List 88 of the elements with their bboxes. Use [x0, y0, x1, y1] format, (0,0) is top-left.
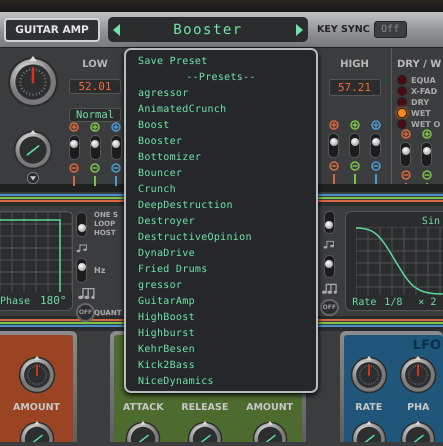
menu-item[interactable]: DeepDestruction: [138, 198, 316, 214]
value-display: 57.21: [328, 79, 380, 96]
menu-item[interactable]: agressor: [138, 86, 316, 102]
menu-item[interactable]: DynaDrive: [138, 246, 316, 262]
knob-label: RELEASE: [181, 402, 228, 413]
plus-icon: [69, 122, 79, 132]
left-arrow-icon[interactable]: [113, 24, 120, 36]
knob[interactable]: [18, 356, 56, 394]
toggle-switch[interactable]: [324, 211, 335, 234]
preset-name: Booster: [173, 22, 243, 38]
menu-item[interactable]: Destroyer: [138, 214, 316, 230]
toggle-switch[interactable]: [110, 135, 122, 160]
menu-item[interactable]: GuitarAmp: [138, 294, 316, 310]
mode-selector[interactable]: Normal: [69, 108, 121, 122]
hz-label: Hz: [94, 266, 106, 275]
minus-icon: [328, 161, 338, 171]
minus-icon: [422, 170, 432, 180]
toggle-switch[interactable]: [68, 135, 80, 160]
menu-item[interactable]: Boost: [138, 118, 316, 134]
toggle-switch[interactable]: [90, 135, 100, 160]
toggle-switch[interactable]: [400, 142, 411, 167]
rate-multiplier: × 2: [418, 297, 436, 308]
knob[interactable]: [6, 56, 58, 108]
menu-item[interactable]: Highburst: [138, 326, 316, 342]
plus-icon: [370, 120, 380, 130]
plus-icon: [111, 122, 121, 132]
key-sync-label: KEY SYNC: [317, 24, 370, 35]
plus-icon: [350, 120, 360, 130]
menu-item[interactable]: Save Preset: [138, 54, 316, 70]
band-label: HIGH: [340, 59, 369, 70]
menu-item[interactable]: Bottomizer: [138, 150, 316, 166]
knob[interactable]: [12, 130, 52, 170]
option-label: EQUA: [411, 76, 436, 84]
value-display: 52.01: [69, 79, 121, 94]
plus-icon: [90, 122, 100, 132]
led-indicator[interactable]: [397, 108, 407, 118]
toggle-switch[interactable]: [349, 133, 360, 158]
phase-label: Phase: [0, 296, 30, 307]
waveform-name: Sin: [422, 216, 440, 227]
knob-label: RATE: [355, 402, 382, 413]
minus-icon: [350, 161, 360, 171]
plus-icon: [328, 120, 338, 130]
option-label: WET: [411, 108, 431, 118]
menu-item[interactable]: Bouncer: [138, 166, 316, 182]
minus-icon: [370, 161, 380, 171]
phase-value: 180°: [40, 294, 66, 307]
option-label: X-FAD: [411, 86, 438, 96]
menu-item[interactable]: NiceDynamics: [138, 374, 316, 390]
minus-icon: [111, 163, 121, 173]
menu-item[interactable]: Booster: [138, 134, 316, 150]
knob-label: AMOUNT: [246, 402, 294, 413]
rate-value: 1/8: [384, 297, 402, 308]
toggle-switch[interactable]: [76, 258, 87, 283]
menu-item[interactable]: gressor: [138, 278, 316, 294]
toggle-switch[interactable]: [324, 254, 335, 278]
option-label: WET O: [411, 120, 440, 128]
menu-item[interactable]: HighBoost: [138, 310, 316, 326]
section-label: DRY / W: [397, 59, 442, 70]
knob-label: PHA: [407, 402, 430, 413]
option-label: DRY: [411, 98, 430, 106]
band-label: LOW: [82, 59, 108, 70]
knob[interactable]: [399, 356, 438, 394]
minus-icon: [69, 163, 79, 173]
knob-label: ATTACK: [122, 402, 164, 413]
plugin-button[interactable]: GUITAR AMP: [4, 18, 100, 42]
toggle-switch[interactable]: [421, 142, 432, 167]
menu-heading: --Presets--: [185, 71, 257, 85]
double-note-icon: [319, 282, 340, 294]
preset-selector[interactable]: Booster: [108, 17, 308, 42]
toggle-switch[interactable]: [76, 212, 87, 237]
toggle-switch[interactable]: [328, 133, 339, 158]
menu-item[interactable]: KehrBesen: [138, 342, 316, 358]
plus-icon: [422, 129, 432, 139]
menu-item[interactable]: DestructiveOpinion: [138, 230, 316, 246]
plus-icon: [400, 129, 410, 139]
minus-icon: [400, 170, 410, 180]
dropdown-icon[interactable]: [26, 172, 40, 184]
minus-icon: [90, 163, 100, 173]
menu-item[interactable]: Kick2Bass: [138, 358, 316, 374]
rate-label: Rate: [352, 297, 376, 308]
knob[interactable]: [350, 356, 388, 394]
double-note-icon: [76, 286, 96, 300]
toggle-switch[interactable]: [370, 133, 381, 158]
note-icon: [323, 238, 336, 251]
menu-item[interactable]: AnimatedCrunch: [138, 102, 316, 118]
right-arrow-icon[interactable]: [296, 24, 303, 36]
knob-label: AMOUNT: [12, 402, 60, 413]
menu-item[interactable]: Fried Drums: [138, 262, 316, 278]
